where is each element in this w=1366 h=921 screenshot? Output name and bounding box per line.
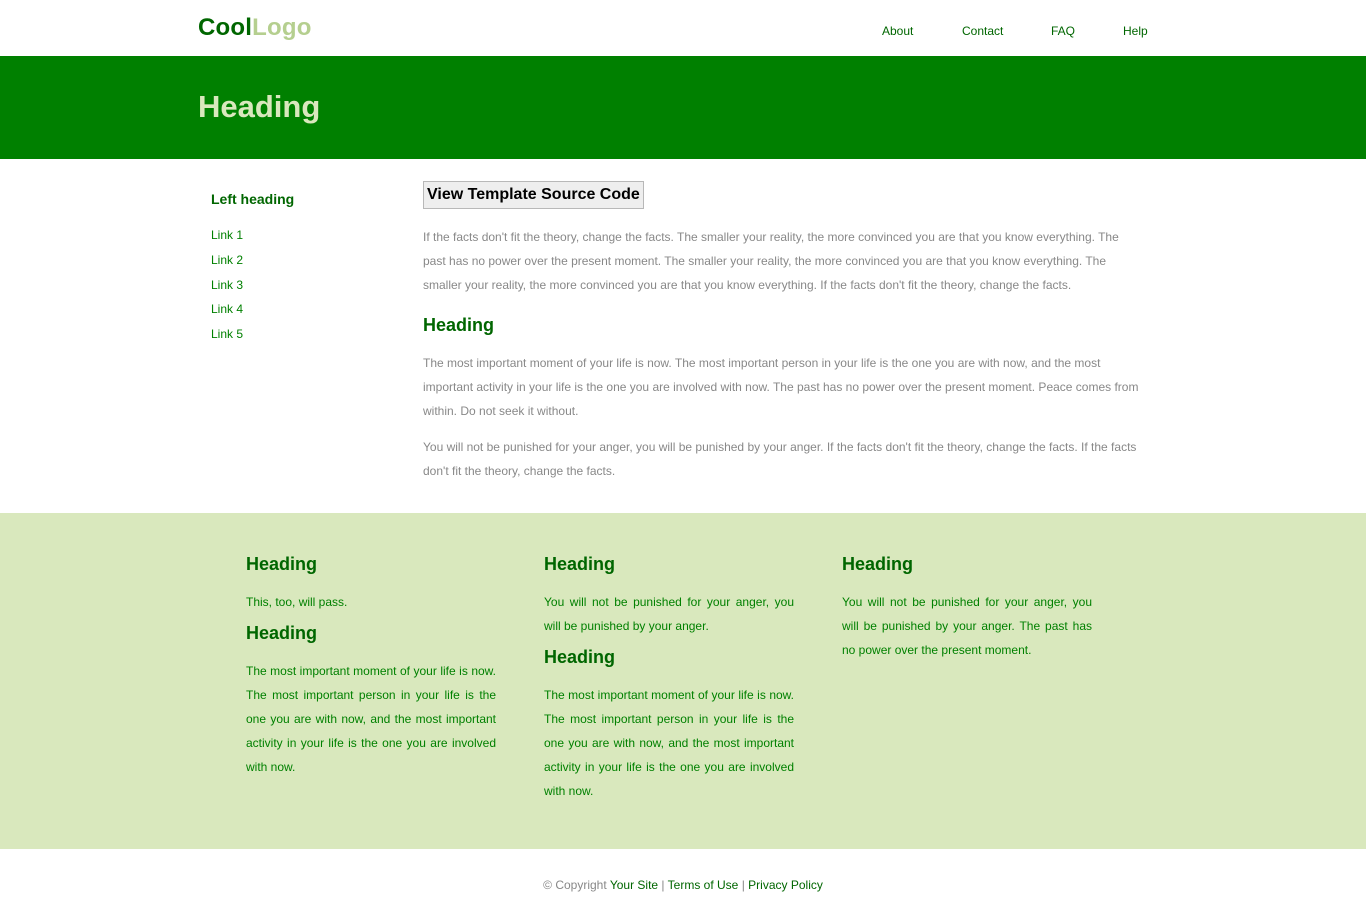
sidebar-item: Link 2 [211,251,243,276]
footer-heading: Heading [842,554,914,574]
nav-about-link[interactable]: About [882,24,913,38]
sidebar-heading: Left heading [211,191,295,207]
hero-banner: Heading [0,56,1366,159]
privacy-policy-link[interactable]: Privacy Policy [748,878,823,892]
footer-column-2: Heading You will not be punished for you… [544,553,794,811]
sidebar-link-4[interactable]: Link 4 [211,302,243,316]
sidebar-item: Link 4 [211,300,243,325]
sidebar-links: Link 1 Link 2 Link 3 Link 4 Link 5 [211,226,243,350]
sidebar-link-1[interactable]: Link 1 [211,228,243,242]
sidebar-item: Link 1 [211,226,243,251]
main-section: Left heading Link 1 Link 2 Link 3 Link 4… [0,159,1366,513]
copyright-prefix: © Copyright [543,878,607,892]
sidebar-link-2[interactable]: Link 2 [211,253,243,267]
footer-columns: Heading This, too, will pass. Heading Th… [0,513,1366,849]
footer-heading: Heading [544,554,616,574]
top-bar: CoolLogo About Contact FAQ Help [0,0,1366,56]
footer-heading: Heading [246,623,318,643]
footer-column-3: Heading You will not be punished for you… [842,553,1092,670]
sidebar-link-3[interactable]: Link 3 [211,278,243,292]
footer-text: The most important moment of your life i… [246,664,496,774]
sidebar-item: Link 3 [211,276,243,301]
nav-contact-link[interactable]: Contact [962,24,1003,38]
view-source-button[interactable]: View Template Source Code [423,181,644,209]
footer-heading: Heading [246,554,318,574]
footer-text: This, too, will pass. [246,595,348,609]
content-heading: Heading [423,315,495,335]
footer-text: You will not be punished for your anger,… [544,595,794,633]
terms-of-use-link[interactable]: Terms of Use [668,878,739,892]
your-site-link[interactable]: Your Site [610,878,658,892]
copyright-line: © Copyright Your Site | Terms of Use | P… [0,878,1366,892]
content-paragraph: The most important moment of your life i… [423,356,1139,418]
top-nav: About Contact FAQ Help [0,24,1366,44]
footer-column-1: Heading This, too, will pass. Heading Th… [246,553,496,787]
main-content: View Template Source Code If the facts d… [423,181,1143,483]
sidebar-link-5[interactable]: Link 5 [211,327,243,341]
footer-text: The most important moment of your life i… [544,688,794,798]
nav-faq-link[interactable]: FAQ [1051,24,1075,38]
intro-paragraph: If the facts don't fit the theory, chang… [423,230,1119,292]
banner-heading: Heading [198,89,321,124]
separator: | [741,878,745,892]
sidebar-item: Link 5 [211,325,243,350]
footer-heading: Heading [544,647,616,667]
footer-text: You will not be punished for your anger,… [842,595,1092,657]
nav-help-link[interactable]: Help [1123,24,1148,38]
content-paragraph-2: You will not be punished for your anger,… [423,440,1137,478]
separator: | [661,878,665,892]
copyright-bar: © Copyright Your Site | Terms of Use | P… [0,849,1366,921]
